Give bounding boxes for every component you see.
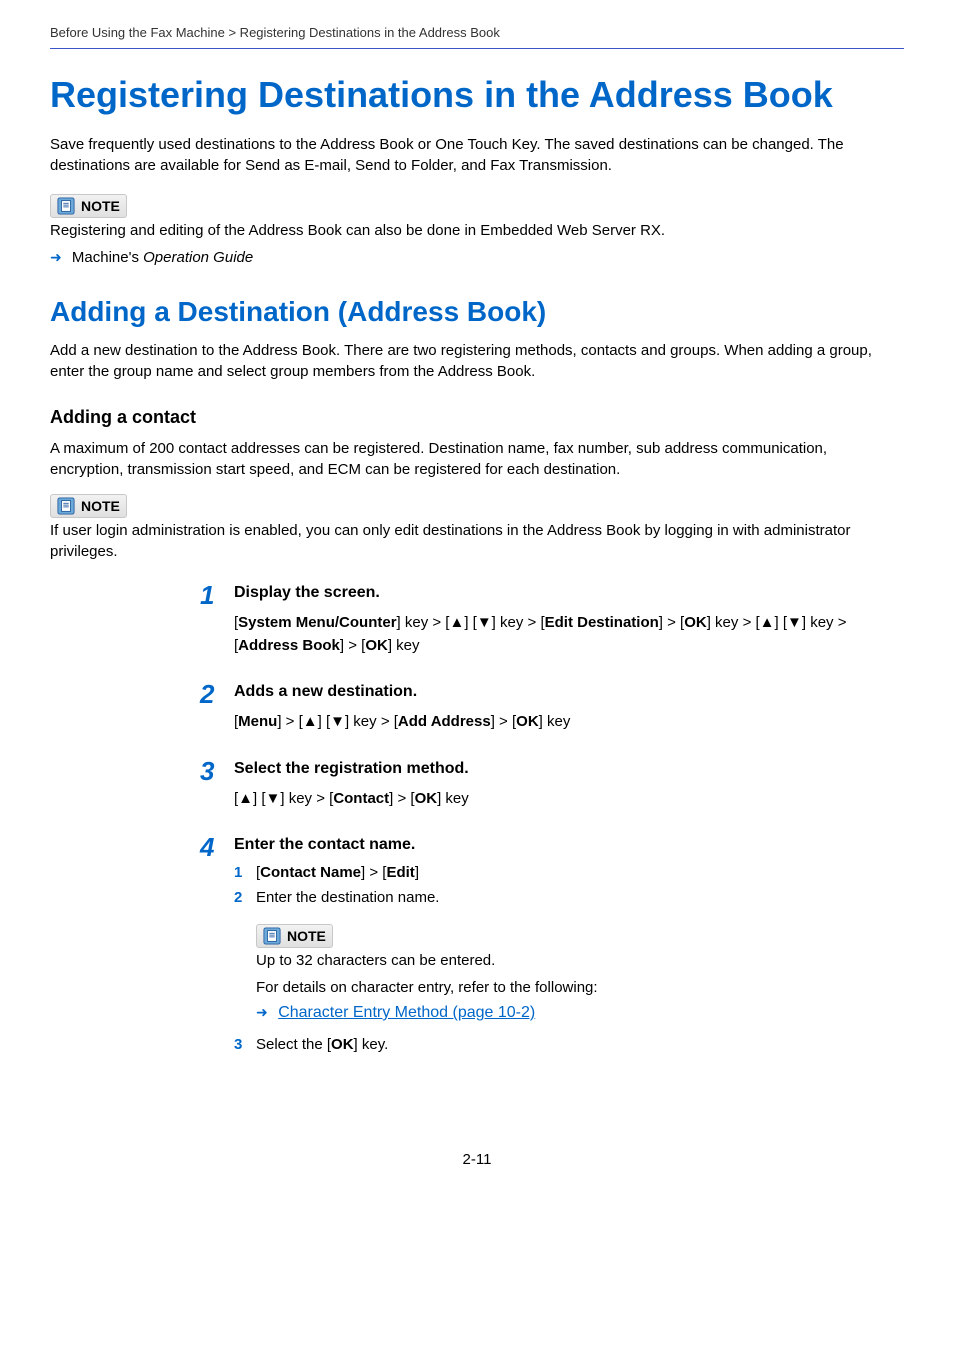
note-heading: NOTE: [256, 924, 333, 948]
step: 2 Adds a new destination. [Menu] > [▲] […: [200, 681, 904, 740]
section-intro: Add a new destination to the Address Boo…: [50, 340, 904, 382]
page-title: Registering Destinations in the Address …: [50, 74, 904, 116]
note-text: Up to 32 characters can be entered.: [256, 950, 904, 971]
arrow-icon: ➜: [256, 1004, 268, 1020]
step-title: Display the screen.: [234, 584, 904, 602]
intro-paragraph: Save frequently used destinations to the…: [50, 134, 904, 176]
step-number: 3: [200, 758, 234, 817]
step-title: Select the registration method.: [234, 760, 904, 778]
step-body: [System Menu/Counter] key > [▲] [▼] key …: [234, 612, 904, 657]
page-root: Before Using the Fax Machine > Registeri…: [0, 0, 954, 1218]
note-heading: NOTE: [50, 494, 127, 518]
step: 3 Select the registration method. [▲] [▼…: [200, 758, 904, 817]
step-content: Select the registration method. [▲] [▼] …: [234, 758, 904, 817]
reference-line: ➜ Machine's Operation Guide: [50, 249, 904, 266]
step-body: [Menu] > [▲] [▼] key > [Add Address] > […: [234, 711, 904, 734]
page-number: 2-11: [50, 1151, 904, 1168]
note-label: NOTE: [287, 928, 326, 944]
note-icon: [57, 197, 75, 215]
note-label: NOTE: [81, 198, 120, 214]
reference-link-line: ➜ Character Entry Method (page 10-2): [256, 1004, 904, 1022]
step-content: Display the screen. [System Menu/Counter…: [234, 582, 904, 663]
text-run: Select the [: [256, 1036, 331, 1053]
sub-step-number: 2: [234, 889, 256, 906]
breadcrumb: Before Using the Fax Machine > Registeri…: [50, 25, 904, 48]
sub-step-text: Enter the destination name.: [256, 889, 904, 906]
step-body: [▲] [▼] key > [Contact] > [OK] key: [234, 788, 904, 811]
arrow-icon: ➜: [50, 249, 62, 265]
step-content: Enter the contact name. 1 [Contact Name]…: [234, 834, 904, 1061]
sub-step-text: Select the [OK] key.: [256, 1036, 904, 1053]
step: 1 Display the screen. [System Menu/Count…: [200, 582, 904, 663]
step-number: 1: [200, 582, 234, 663]
text-run: ] key.: [354, 1036, 389, 1053]
sub-step: 2 Enter the destination name.: [234, 889, 904, 906]
divider: [50, 48, 904, 49]
character-entry-link[interactable]: Character Entry Method (page 10-2): [278, 1004, 535, 1021]
ref-prefix: Machine's: [72, 249, 143, 266]
step: 4 Enter the contact name. 1 [Contact Nam…: [200, 834, 904, 1061]
section-title: Adding a Destination (Address Book): [50, 296, 904, 328]
sub-step: 3 Select the [OK] key.: [234, 1036, 904, 1053]
step-number: 4: [200, 834, 234, 1061]
note-text: Registering and editing of the Address B…: [50, 220, 904, 241]
note-heading: NOTE: [50, 194, 127, 218]
note-icon: [263, 927, 281, 945]
subsection-intro: A maximum of 200 contact addresses can b…: [50, 438, 904, 480]
step-content: Adds a new destination. [Menu] > [▲] [▼]…: [234, 681, 904, 740]
sub-step-number: 1: [234, 864, 256, 881]
note-text: If user login administration is enabled,…: [50, 520, 904, 562]
subsection-title: Adding a contact: [50, 407, 904, 428]
step-number: 2: [200, 681, 234, 740]
sub-step: 1 [Contact Name] > [Edit]: [234, 864, 904, 881]
text-bold: OK: [331, 1036, 354, 1053]
note-text: For details on character entry, refer to…: [256, 977, 904, 998]
nested-note: NOTE Up to 32 characters can be entered.…: [256, 924, 904, 1022]
step-title: Enter the contact name.: [234, 836, 904, 854]
ref-italic: Operation Guide: [143, 249, 253, 266]
sub-step-number: 3: [234, 1036, 256, 1053]
step-title: Adds a new destination.: [234, 683, 904, 701]
note-label: NOTE: [81, 498, 120, 514]
note-icon: [57, 497, 75, 515]
sub-step-text: [Contact Name] > [Edit]: [256, 864, 904, 881]
